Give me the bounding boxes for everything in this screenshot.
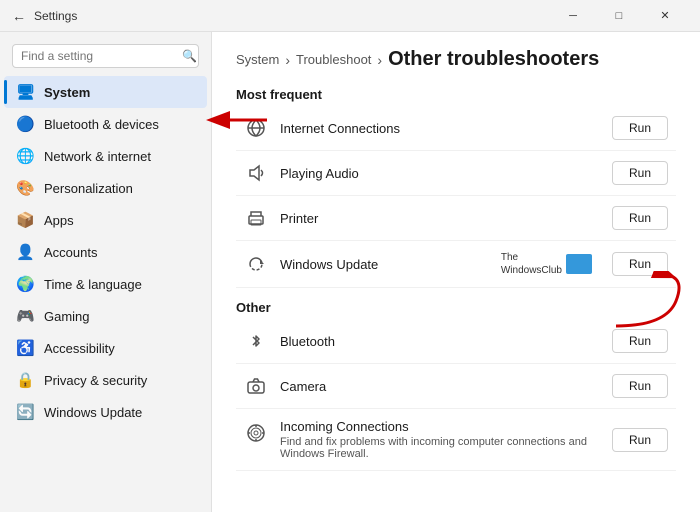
bluetooth-run-button[interactable]: Run bbox=[612, 329, 668, 353]
titlebar-left: ← Settings bbox=[12, 8, 77, 24]
incoming-info: Incoming Connections Find and fix proble… bbox=[280, 419, 600, 460]
camera-run-button[interactable]: Run bbox=[612, 374, 668, 398]
sidebar-item-accessibility[interactable]: ♿ Accessibility bbox=[4, 332, 207, 364]
sidebar-label-apps: Apps bbox=[44, 213, 74, 228]
printer-icon bbox=[244, 206, 268, 230]
list-item: Windows Update The WindowsClub Run bbox=[236, 241, 676, 288]
search-input[interactable] bbox=[21, 49, 176, 63]
incoming-icon bbox=[244, 421, 268, 445]
bluetooth-device-name: Bluetooth bbox=[280, 334, 600, 349]
other-section: Other Bluetooth Run bbox=[236, 300, 676, 471]
sidebar-label-personalization: Personalization bbox=[44, 181, 133, 196]
time-icon: 🌍 bbox=[16, 275, 34, 293]
watermark: The WindowsClub bbox=[501, 251, 592, 277]
privacy-icon: 🔒 bbox=[16, 371, 34, 389]
minimize-button[interactable]: ─ bbox=[550, 0, 596, 32]
sidebar-label-network: Network & internet bbox=[44, 149, 151, 164]
sidebar-label-gaming: Gaming bbox=[44, 309, 90, 324]
sidebar-item-system[interactable]: 🖥 System bbox=[4, 76, 207, 108]
back-icon[interactable]: ← bbox=[12, 8, 26, 24]
list-item: Printer Run bbox=[236, 196, 676, 241]
printer-name: Printer bbox=[280, 211, 600, 226]
incoming-desc: Find and fix problems with incoming comp… bbox=[280, 436, 600, 460]
bluetooth-icon: 🔵 bbox=[16, 115, 34, 133]
most-frequent-section: Most frequent Internet Connections Run bbox=[236, 87, 676, 288]
accounts-icon: 👤 bbox=[16, 243, 34, 261]
sidebar-item-bluetooth[interactable]: 🔵 Bluetooth & devices bbox=[4, 108, 207, 140]
maximize-button[interactable]: □ bbox=[596, 0, 642, 32]
network-icon: 🌐 bbox=[16, 147, 34, 165]
search-icon: 🔍 bbox=[182, 49, 197, 63]
sidebar-label-time: Time & language bbox=[44, 277, 142, 292]
incoming-name: Incoming Connections bbox=[280, 419, 600, 434]
sidebar-item-accounts[interactable]: 👤 Accounts bbox=[4, 236, 207, 268]
camera-icon bbox=[244, 374, 268, 398]
apps-icon: 📦 bbox=[16, 211, 34, 229]
winupdate-icon bbox=[244, 252, 268, 276]
list-item: Camera Run bbox=[236, 364, 676, 409]
most-frequent-label: Most frequent bbox=[236, 87, 676, 102]
incoming-run-button[interactable]: Run bbox=[612, 428, 668, 452]
breadcrumb: System › Troubleshoot › Other troublesho… bbox=[236, 48, 676, 71]
sidebar: 🔍 🖥 System 🔵 Bluetooth & devices 🌐 Netwo… bbox=[0, 32, 212, 512]
breadcrumb-sep1: › bbox=[285, 52, 290, 68]
watermark-box bbox=[566, 254, 592, 274]
main-layout: 🔍 🖥 System 🔵 Bluetooth & devices 🌐 Netwo… bbox=[0, 32, 700, 512]
list-item: Playing Audio Run bbox=[236, 151, 676, 196]
list-item: Bluetooth Run bbox=[236, 319, 676, 364]
sidebar-item-personalization[interactable]: 🎨 Personalization bbox=[4, 172, 207, 204]
titlebar: ← Settings ─ □ ✕ bbox=[0, 0, 700, 32]
bluetooth-device-icon bbox=[244, 329, 268, 353]
audio-run-button[interactable]: Run bbox=[612, 161, 668, 185]
search-box[interactable]: 🔍 bbox=[12, 44, 199, 68]
breadcrumb-troubleshoot[interactable]: Troubleshoot bbox=[296, 52, 371, 67]
system-icon: 🖥 bbox=[16, 83, 34, 101]
sidebar-label-accessibility: Accessibility bbox=[44, 341, 115, 356]
content-area: System › Troubleshoot › Other troublesho… bbox=[212, 32, 700, 512]
breadcrumb-sep2: › bbox=[377, 52, 382, 68]
watermark-text: The WindowsClub bbox=[501, 251, 562, 277]
internet-icon bbox=[244, 116, 268, 140]
printer-run-button[interactable]: Run bbox=[612, 206, 668, 230]
breadcrumb-system[interactable]: System bbox=[236, 52, 279, 67]
audio-icon bbox=[244, 161, 268, 185]
list-item: Internet Connections Run bbox=[236, 106, 676, 151]
sidebar-item-gaming[interactable]: 🎮 Gaming bbox=[4, 300, 207, 332]
internet-connections-name: Internet Connections bbox=[280, 121, 600, 136]
sidebar-item-update[interactable]: 🔄 Windows Update bbox=[4, 396, 207, 428]
update-icon: 🔄 bbox=[16, 403, 34, 421]
accessibility-icon: ♿ bbox=[16, 339, 34, 357]
audio-name: Playing Audio bbox=[280, 166, 600, 181]
sidebar-item-network[interactable]: 🌐 Network & internet bbox=[4, 140, 207, 172]
winupdate-name: Windows Update bbox=[280, 257, 489, 272]
list-item: Incoming Connections Find and fix proble… bbox=[236, 409, 676, 471]
sidebar-label-update: Windows Update bbox=[44, 405, 142, 420]
sidebar-item-time[interactable]: 🌍 Time & language bbox=[4, 268, 207, 300]
personalization-icon: 🎨 bbox=[16, 179, 34, 197]
titlebar-controls: ─ □ ✕ bbox=[550, 0, 688, 32]
sidebar-item-privacy[interactable]: 🔒 Privacy & security bbox=[4, 364, 207, 396]
winupdate-run-button[interactable]: Run bbox=[612, 252, 668, 276]
sidebar-label-privacy: Privacy & security bbox=[44, 373, 147, 388]
titlebar-title: Settings bbox=[34, 9, 77, 23]
sidebar-label-bluetooth: Bluetooth & devices bbox=[44, 117, 159, 132]
sidebar-item-apps[interactable]: 📦 Apps bbox=[4, 204, 207, 236]
internet-run-button[interactable]: Run bbox=[612, 116, 668, 140]
sidebar-label-accounts: Accounts bbox=[44, 245, 97, 260]
other-label: Other bbox=[236, 300, 676, 315]
sidebar-label-system: System bbox=[44, 85, 90, 100]
breadcrumb-current: Other troubleshooters bbox=[388, 48, 599, 71]
close-button[interactable]: ✕ bbox=[642, 0, 688, 32]
camera-name: Camera bbox=[280, 379, 600, 394]
gaming-icon: 🎮 bbox=[16, 307, 34, 325]
